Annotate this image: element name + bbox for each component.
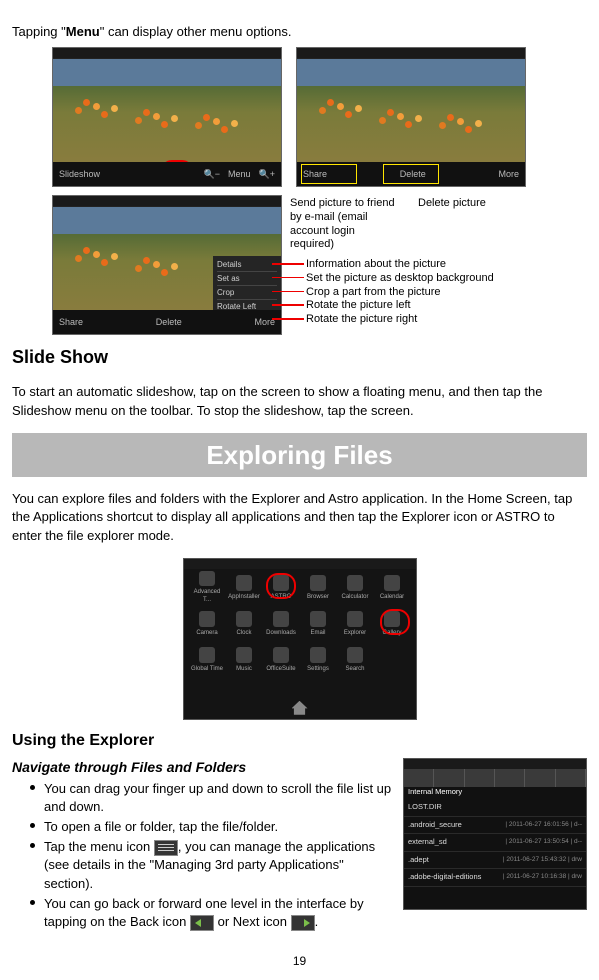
toolbar-menu: Menu bbox=[228, 168, 251, 181]
highlight-astro bbox=[266, 573, 296, 599]
heading-exploring: Exploring Files bbox=[12, 433, 587, 477]
callouts-column: Send picture to friend by e-mail (email … bbox=[290, 195, 587, 327]
app-cell: Camera bbox=[190, 607, 225, 641]
app-cell: Explorer bbox=[338, 607, 373, 641]
menu-icon bbox=[154, 840, 178, 856]
intro-before: Tapping " bbox=[12, 24, 66, 39]
home-icon bbox=[292, 701, 308, 715]
heading-slideshow: Slide Show bbox=[12, 345, 587, 370]
app-cell: Email bbox=[301, 607, 336, 641]
explore-body: You can explore files and folders with t… bbox=[12, 490, 587, 545]
figure-row-1: Slideshow 🔍− Menu 🔍+ Share Delete More bbox=[52, 47, 587, 187]
callout-delete: Delete picture bbox=[418, 197, 486, 252]
app-cell: Global Time bbox=[190, 643, 225, 677]
screenshot-gallery-menu: Slideshow 🔍− Menu 🔍+ bbox=[52, 47, 282, 187]
highlight-delete bbox=[383, 164, 439, 184]
screenshot-share-delete: Share Delete More bbox=[296, 47, 526, 187]
callout-crop: Crop a part from the picture bbox=[306, 286, 441, 300]
toolbar-slideshow: Slideshow bbox=[59, 168, 100, 181]
context-menu-item: Set as bbox=[217, 272, 277, 286]
bullet-1: You can drag your finger up and down to … bbox=[30, 780, 587, 816]
app-cell: Advanced T... bbox=[190, 571, 225, 605]
highlight-share bbox=[301, 164, 357, 184]
back-icon bbox=[190, 915, 214, 931]
app-cell: Clock bbox=[227, 607, 262, 641]
intro-after: " can display other menu options. bbox=[100, 24, 292, 39]
app-cell: Settings bbox=[301, 643, 336, 677]
app-cell: OfficeSuite bbox=[264, 643, 299, 677]
bullet-4: You can go back or forward one level in … bbox=[30, 895, 587, 931]
toolbar-more: More bbox=[498, 168, 519, 181]
intro-bold: Menu bbox=[66, 24, 100, 39]
callout-send: Send picture to friend by e-mail (email … bbox=[290, 197, 400, 252]
page-number: 19 bbox=[12, 953, 587, 970]
context-menu-item: Crop bbox=[217, 286, 277, 300]
app-cell: Calculator bbox=[338, 571, 373, 605]
callout-rotleft: Rotate the picture left bbox=[306, 299, 411, 313]
slideshow-body: To start an automatic slideshow, tap on … bbox=[12, 383, 587, 419]
app-cell: Calendar bbox=[375, 571, 410, 605]
context-menu-item: Details bbox=[217, 258, 277, 272]
screenshot-appdrawer: Advanced T...AppInstallerASTROBrowserCal… bbox=[183, 558, 417, 720]
callout-info: Information about the picture bbox=[306, 258, 446, 272]
app-cell: Search bbox=[338, 643, 373, 677]
app-cell: AppInstaller bbox=[227, 571, 262, 605]
app-cell: Music bbox=[227, 643, 262, 677]
app-cell: Browser bbox=[301, 571, 336, 605]
highlight-explorer bbox=[380, 609, 410, 635]
bullet-3: Tap the menu icon , you can manage the a… bbox=[30, 838, 587, 893]
app-cell: Downloads bbox=[264, 607, 299, 641]
intro-line: Tapping "Menu" can display other menu op… bbox=[12, 23, 587, 41]
heading-using: Using the Explorer bbox=[12, 730, 587, 752]
callout-wallpaper: Set the picture as desktop background bbox=[306, 272, 494, 286]
screenshot-context-menu: Details Set as Crop Rotate Left Rotate R… bbox=[52, 195, 282, 335]
bullet-list: You can drag your finger up and down to … bbox=[12, 780, 587, 932]
callout-rotright: Rotate the picture right bbox=[306, 313, 417, 327]
next-icon bbox=[291, 915, 315, 931]
bullet-2: To open a file or folder, tap the file/f… bbox=[30, 818, 587, 836]
